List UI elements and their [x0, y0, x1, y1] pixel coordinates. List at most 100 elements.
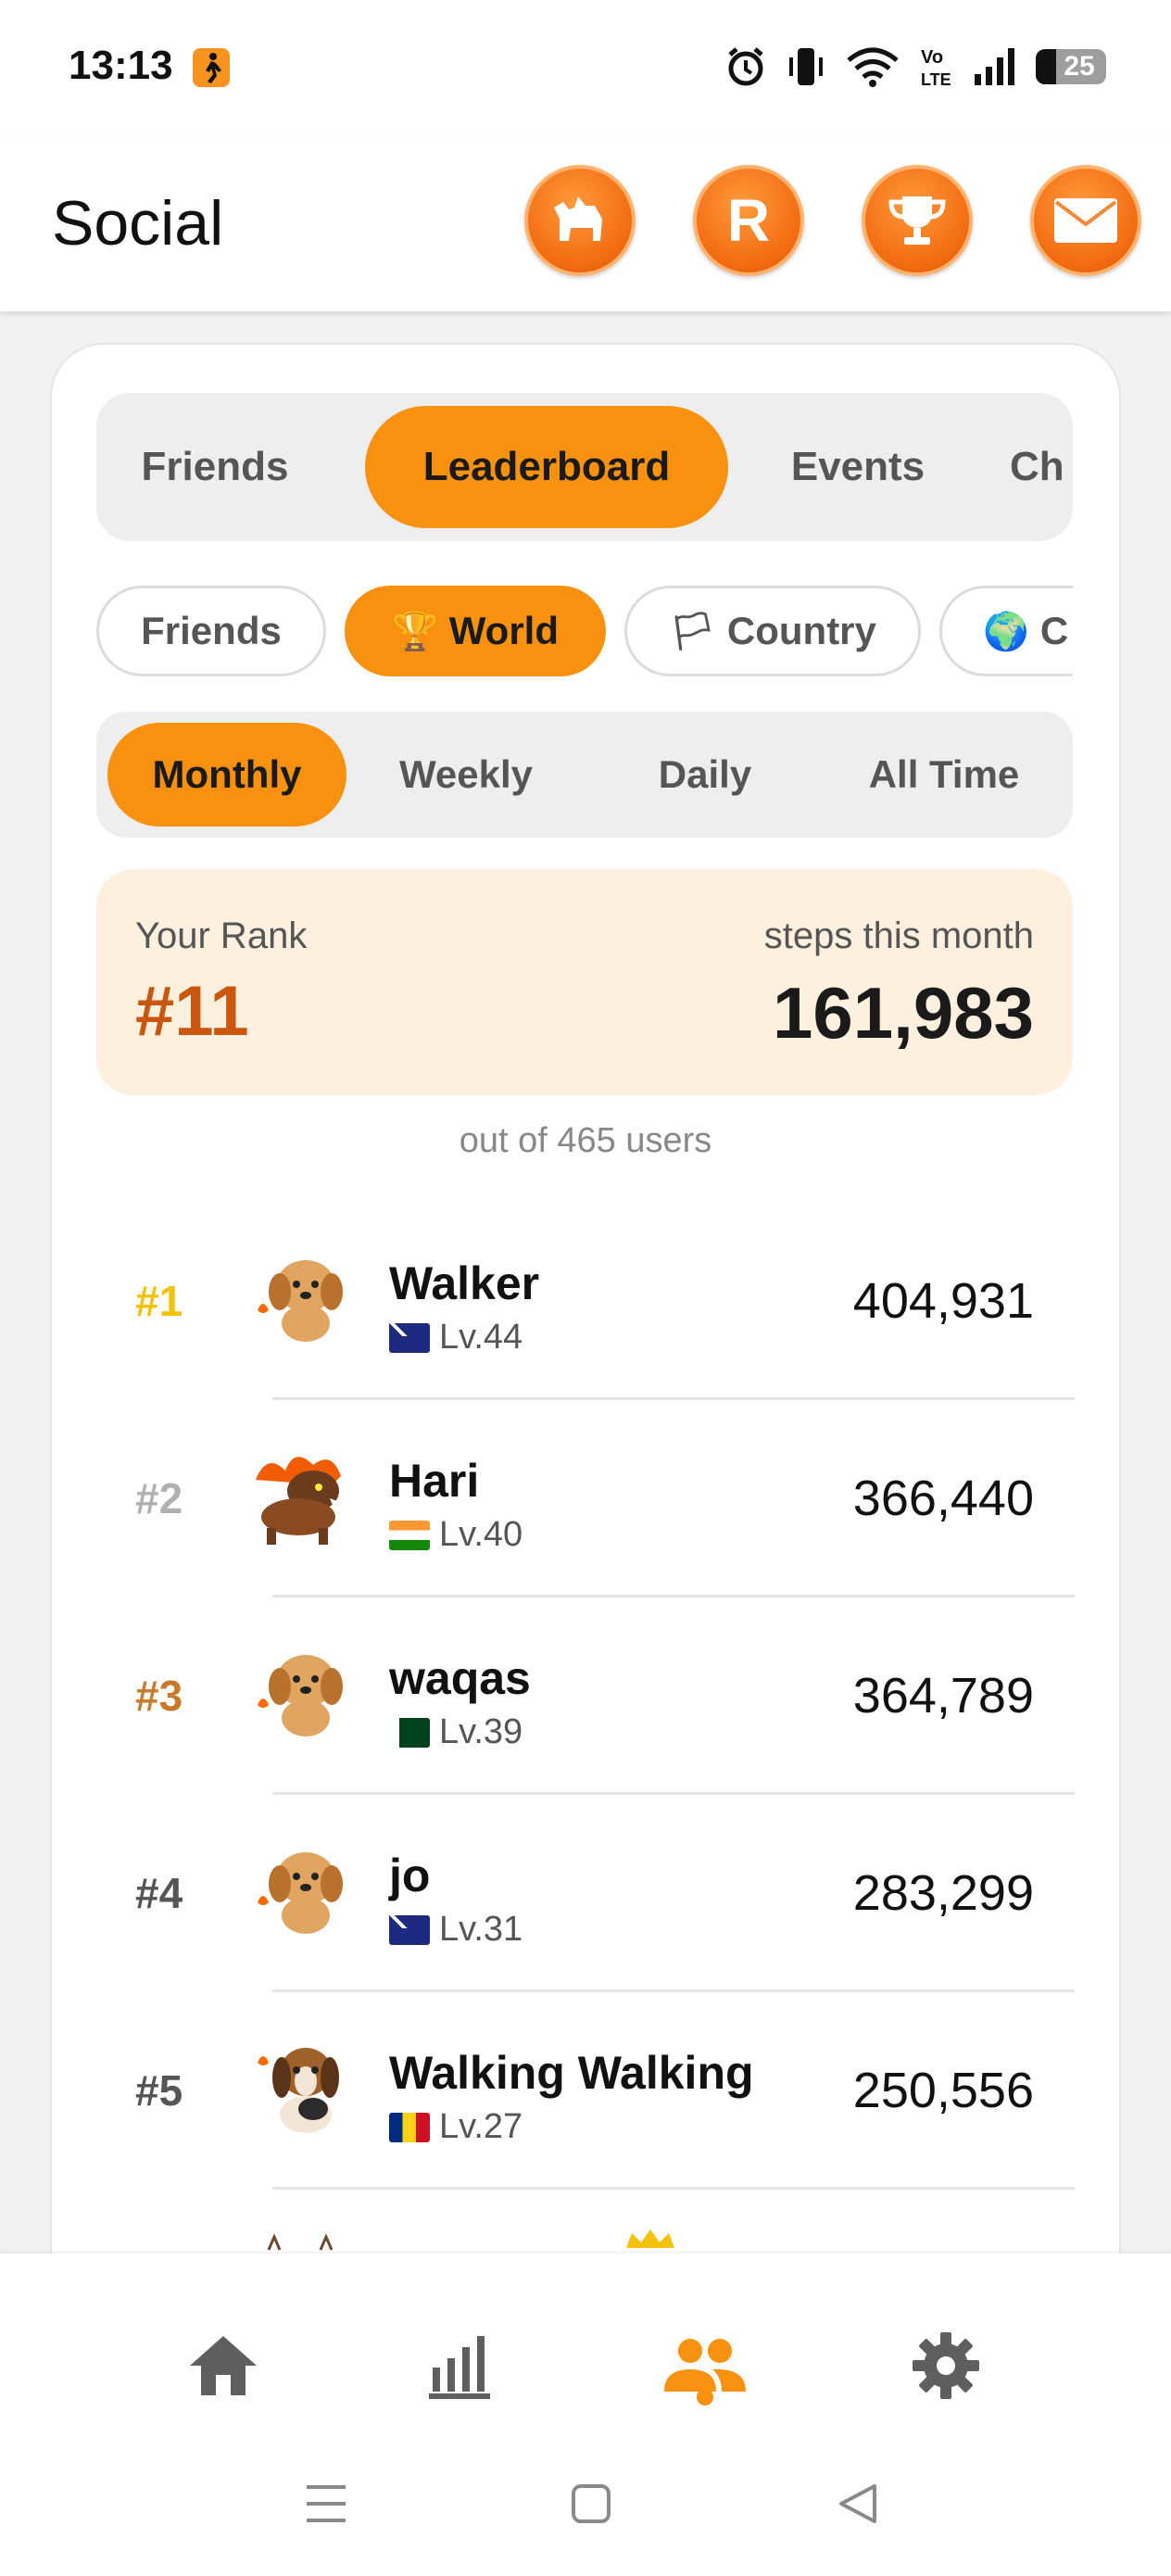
- system-home-button[interactable]: [563, 2476, 619, 2532]
- player-level: Lv.27: [439, 2107, 523, 2146]
- puppy-avatar: [258, 1852, 343, 1934]
- player-meta: Lv.39: [389, 1712, 523, 1752]
- back-triangle-icon: [839, 2484, 876, 2523]
- walking-notification-icon: [193, 48, 230, 87]
- menu-icon: [307, 2485, 346, 2522]
- settings-icon: [913, 2332, 979, 2399]
- tab-leaderboard[interactable]: Leaderboard: [365, 406, 728, 528]
- volte-icon: Vo LTE: [921, 47, 951, 89]
- player-steps: 404,931: [852, 1273, 1034, 1329]
- square-icon: [572, 2484, 611, 2523]
- crown-icon: [626, 2229, 674, 2248]
- player-level: Lv.39: [439, 1712, 523, 1751]
- rank-position: #5: [135, 2066, 183, 2115]
- svg-text:Vo: Vo: [921, 47, 943, 68]
- home-icon: [190, 2336, 257, 2395]
- filter-world[interactable]: 🏆 World: [345, 586, 606, 676]
- rank-position: #3: [135, 1672, 183, 1720]
- filter-continent-label: C: [1039, 609, 1069, 652]
- svg-text:LTE: LTE: [921, 70, 951, 89]
- beagle-avatar: [258, 2048, 339, 2133]
- puppy-avatar: [258, 1655, 343, 1736]
- australia-flag-icon: [389, 1914, 430, 1945]
- puppy-avatar: [258, 1260, 343, 1342]
- player-name: Hari: [389, 1455, 480, 1507]
- player-meta: Lv.31: [389, 1910, 523, 1950]
- leaderboard-row[interactable]: #5 Walking Walking Lv.27 250,556: [52, 1992, 1119, 2190]
- player-name: waqas: [389, 1652, 531, 1704]
- mail-icon: [1054, 198, 1117, 243]
- status-bar: 13:13 Vo LTE 25: [0, 0, 1171, 139]
- nav-settings[interactable]: [895, 2315, 997, 2417]
- filter-world-label: World: [448, 609, 560, 652]
- trophy-button[interactable]: [862, 165, 973, 276]
- vibrate-icon: [789, 48, 823, 85]
- india-flag-icon: [389, 1520, 430, 1550]
- player-steps: 283,299: [852, 1865, 1034, 1921]
- your-rank-value: #11: [135, 972, 249, 1051]
- rank-position: #2: [135, 1474, 183, 1522]
- leaderboard-row[interactable]: #4 jo Lv.31 283,299: [52, 1795, 1119, 1992]
- status-icons: Vo LTE 25: [724, 41, 1106, 93]
- trophy-icon: 🏆: [391, 611, 438, 652]
- period-monthly[interactable]: Monthly: [107, 723, 346, 827]
- period-daily[interactable]: Daily: [586, 723, 825, 827]
- romania-flag-icon: [389, 2112, 430, 2142]
- battery-level: 25: [1064, 51, 1095, 82]
- steps-this-month-label: steps this month: [763, 915, 1034, 956]
- australia-flag-icon: [389, 1322, 430, 1353]
- player-meta: Lv.40: [389, 1515, 523, 1555]
- period-selector: Monthly Weekly Daily All Time: [96, 712, 1073, 838]
- signal-icon: [975, 48, 1014, 85]
- leaderboard-row[interactable]: #3 waqas Lv.39 364,789: [52, 1597, 1119, 1795]
- player-steps: 364,789: [852, 1668, 1034, 1724]
- filter-friends-label: Friends: [141, 609, 282, 652]
- player-name: jo: [389, 1850, 431, 1901]
- filter-friends[interactable]: Friends: [96, 586, 326, 676]
- player-steps: 366,440: [852, 1471, 1034, 1526]
- tab-bar: Friends Leaderboard Events Ch: [96, 393, 1073, 541]
- player-name: Walking Walking: [389, 2047, 754, 2099]
- nav-stats[interactable]: [409, 2315, 511, 2417]
- total-users-text: out of 465 users: [459, 1121, 712, 1160]
- tab-events[interactable]: Events: [765, 406, 951, 528]
- nav-home[interactable]: [172, 2315, 274, 2417]
- fire-dog-avatar: [256, 1457, 345, 1545]
- status-time: 13:13: [69, 43, 173, 88]
- scope-filters: Friends 🏆 World 🏳 Country 🌍 C: [96, 586, 1073, 678]
- leaderboard-row[interactable]: #1 Walker Lv.44 404,931: [52, 1203, 1119, 1400]
- white-flag-icon: 🏳: [669, 611, 716, 652]
- system-menu-button[interactable]: [298, 2476, 354, 2532]
- tab-friends[interactable]: Friends: [124, 406, 306, 528]
- bottom-navigation: [0, 2254, 1171, 2576]
- period-weekly[interactable]: Weekly: [346, 723, 586, 827]
- rank-position: #4: [135, 1869, 183, 1917]
- system-back-button[interactable]: [830, 2476, 886, 2532]
- tab-challenges[interactable]: Ch: [1010, 406, 1073, 528]
- player-level: Lv.31: [439, 1910, 523, 1949]
- alarm-icon: [728, 47, 763, 86]
- leaderboard-card: Friends Leaderboard Events Ch Friends 🏆 …: [52, 345, 1119, 2254]
- filter-country[interactable]: 🏳 Country: [624, 586, 921, 676]
- your-rank-panel: Your Rank #11 steps this month 161,983: [96, 869, 1073, 1095]
- player-level: Lv.40: [439, 1515, 523, 1554]
- globe-icon: 🌍: [983, 611, 1029, 652]
- rewards-button[interactable]: R: [693, 165, 804, 276]
- people-icon: [664, 2339, 746, 2392]
- dog-icon: [554, 196, 602, 241]
- steps-this-month-value: 161,983: [773, 972, 1034, 1054]
- battery-icon: 25: [1036, 49, 1106, 84]
- pet-button[interactable]: [524, 165, 636, 276]
- pakistan-flag-icon: [389, 1717, 430, 1748]
- period-all-time[interactable]: All Time: [825, 723, 1064, 827]
- filter-continent[interactable]: 🌍 C: [939, 586, 1073, 676]
- player-meta: Lv.44: [389, 1318, 523, 1357]
- your-rank-label: Your Rank: [135, 915, 308, 956]
- active-indicator: [697, 2389, 713, 2406]
- leaderboard-row[interactable]: #2 Hari Lv.40 366,440: [52, 1400, 1119, 1597]
- app-header: Social R: [0, 139, 1171, 311]
- r-badge-icon: R: [726, 187, 771, 254]
- player-level: Lv.44: [439, 1318, 523, 1357]
- messages-button[interactable]: [1030, 165, 1141, 276]
- stats-icon: [429, 2336, 490, 2399]
